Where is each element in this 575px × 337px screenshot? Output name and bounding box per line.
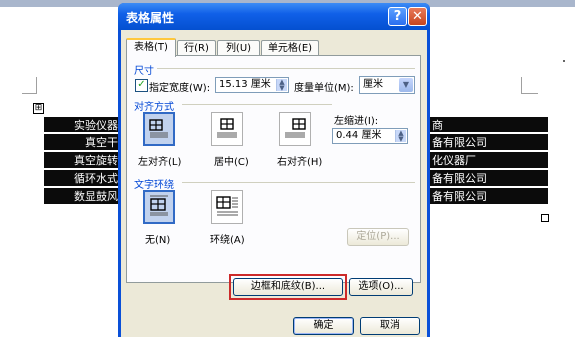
indent-spinner-icon[interactable]: ▲ ▼ <box>395 130 406 143</box>
table-cell-right[interactable]: 化仪器厂 <box>430 152 548 169</box>
indent-label: 左缩进(I): <box>334 116 379 127</box>
wrap-none-label: 无(N) <box>145 235 171 246</box>
wrap-around-label: 环绕(A) <box>210 235 245 246</box>
measure-unit-select[interactable]: 厘米 ▼ <box>359 76 415 94</box>
table-cell-right[interactable]: 备有限公司 <box>430 170 548 187</box>
align-left-label: 左对齐(L) <box>138 157 182 168</box>
table-cell-left[interactable]: 数显鼓风 <box>44 188 120 205</box>
table-cell-right[interactable]: 备有限公司 <box>430 134 548 151</box>
size-section-title: 尺寸 <box>134 66 154 77</box>
table-cell-left[interactable]: 真空旋转 <box>44 152 120 169</box>
align-right-label: 右对齐(H) <box>277 157 323 168</box>
dialog-body: 表格(T) 行(R) 列(U) 单元格(E) 尺寸 ✓ 指定宽度(W): 15.… <box>121 30 427 337</box>
wrapping-section-title: 文字环绕 <box>134 180 174 191</box>
width-spinner-icon[interactable]: ▲ ▼ <box>276 79 287 92</box>
wrap-around-icon[interactable] <box>211 190 243 224</box>
align-right-icon[interactable] <box>279 112 311 146</box>
align-center-label: 居中(C) <box>214 157 249 168</box>
tab-table[interactable]: 表格(T) <box>126 38 176 57</box>
measure-unit-value: 厘米 <box>363 79 383 90</box>
position-button[interactable]: 定位(P)... <box>347 228 409 246</box>
close-icon[interactable]: ✕ <box>408 7 427 26</box>
options-button[interactable]: 选项(O)... <box>349 278 413 296</box>
dialog-titlebar[interactable]: 表格属性 ? ✕ <box>118 3 430 30</box>
wrapping-divider <box>182 182 415 183</box>
width-input[interactable]: 15.13 厘米 ▲ ▼ <box>215 77 289 93</box>
cancel-button[interactable]: 取消 <box>360 317 420 335</box>
align-left-icon[interactable] <box>143 112 175 146</box>
table-resize-handle[interactable] <box>541 214 549 222</box>
measure-unit-label: 度量单位(M): <box>294 83 354 94</box>
specify-width-checkbox[interactable]: ✓ <box>135 79 148 92</box>
page-corner-mark-left <box>22 77 37 94</box>
page-corner-mark-right <box>521 77 538 94</box>
width-value: 15.13 厘米 <box>219 79 271 90</box>
tab-cell[interactable]: 单元格(E) <box>261 40 319 56</box>
tab-row[interactable]: 行(R) <box>177 40 216 56</box>
dialog-title: 表格属性 <box>126 11 175 25</box>
tab-column[interactable]: 列(U) <box>217 40 260 56</box>
indent-input[interactable]: 0.44 厘米 ▲ ▼ <box>332 128 408 144</box>
table-cell-left[interactable]: 真空干 <box>44 134 120 151</box>
table-cell-right[interactable]: 备有限公司 <box>430 188 548 205</box>
borders-shading-button[interactable]: 边框和底纹(B)... <box>233 278 343 296</box>
alignment-section-title: 对齐方式 <box>134 102 174 113</box>
table-cell-right[interactable]: 商 <box>430 116 548 133</box>
page-dot <box>563 60 565 62</box>
wrap-none-icon[interactable] <box>143 190 175 224</box>
align-center-icon[interactable] <box>211 112 243 146</box>
indent-value: 0.44 厘米 <box>336 130 382 141</box>
table-properties-dialog: 表格属性 ? ✕ 表格(T) 行(R) 列(U) 单元格(E) 尺寸 ✓ 指定宽… <box>118 3 430 337</box>
specify-width-label: 指定宽度(W): <box>149 83 211 94</box>
help-button[interactable]: ? <box>388 7 407 26</box>
table-cell-left[interactable]: 循环水式 <box>44 170 120 187</box>
ok-button[interactable]: 确定 <box>293 317 354 335</box>
alignment-divider <box>182 104 332 105</box>
chevron-down-icon[interactable]: ▼ <box>399 78 413 92</box>
table-move-handle-icon[interactable]: ⊞ <box>33 103 44 114</box>
tab-panel-table: 尺寸 ✓ 指定宽度(W): 15.13 厘米 ▲ ▼ 度量单位(M): 厘米 ▼ … <box>126 55 421 300</box>
table-cell-left[interactable]: 实验仪器 <box>44 116 120 133</box>
size-divider <box>157 68 415 69</box>
